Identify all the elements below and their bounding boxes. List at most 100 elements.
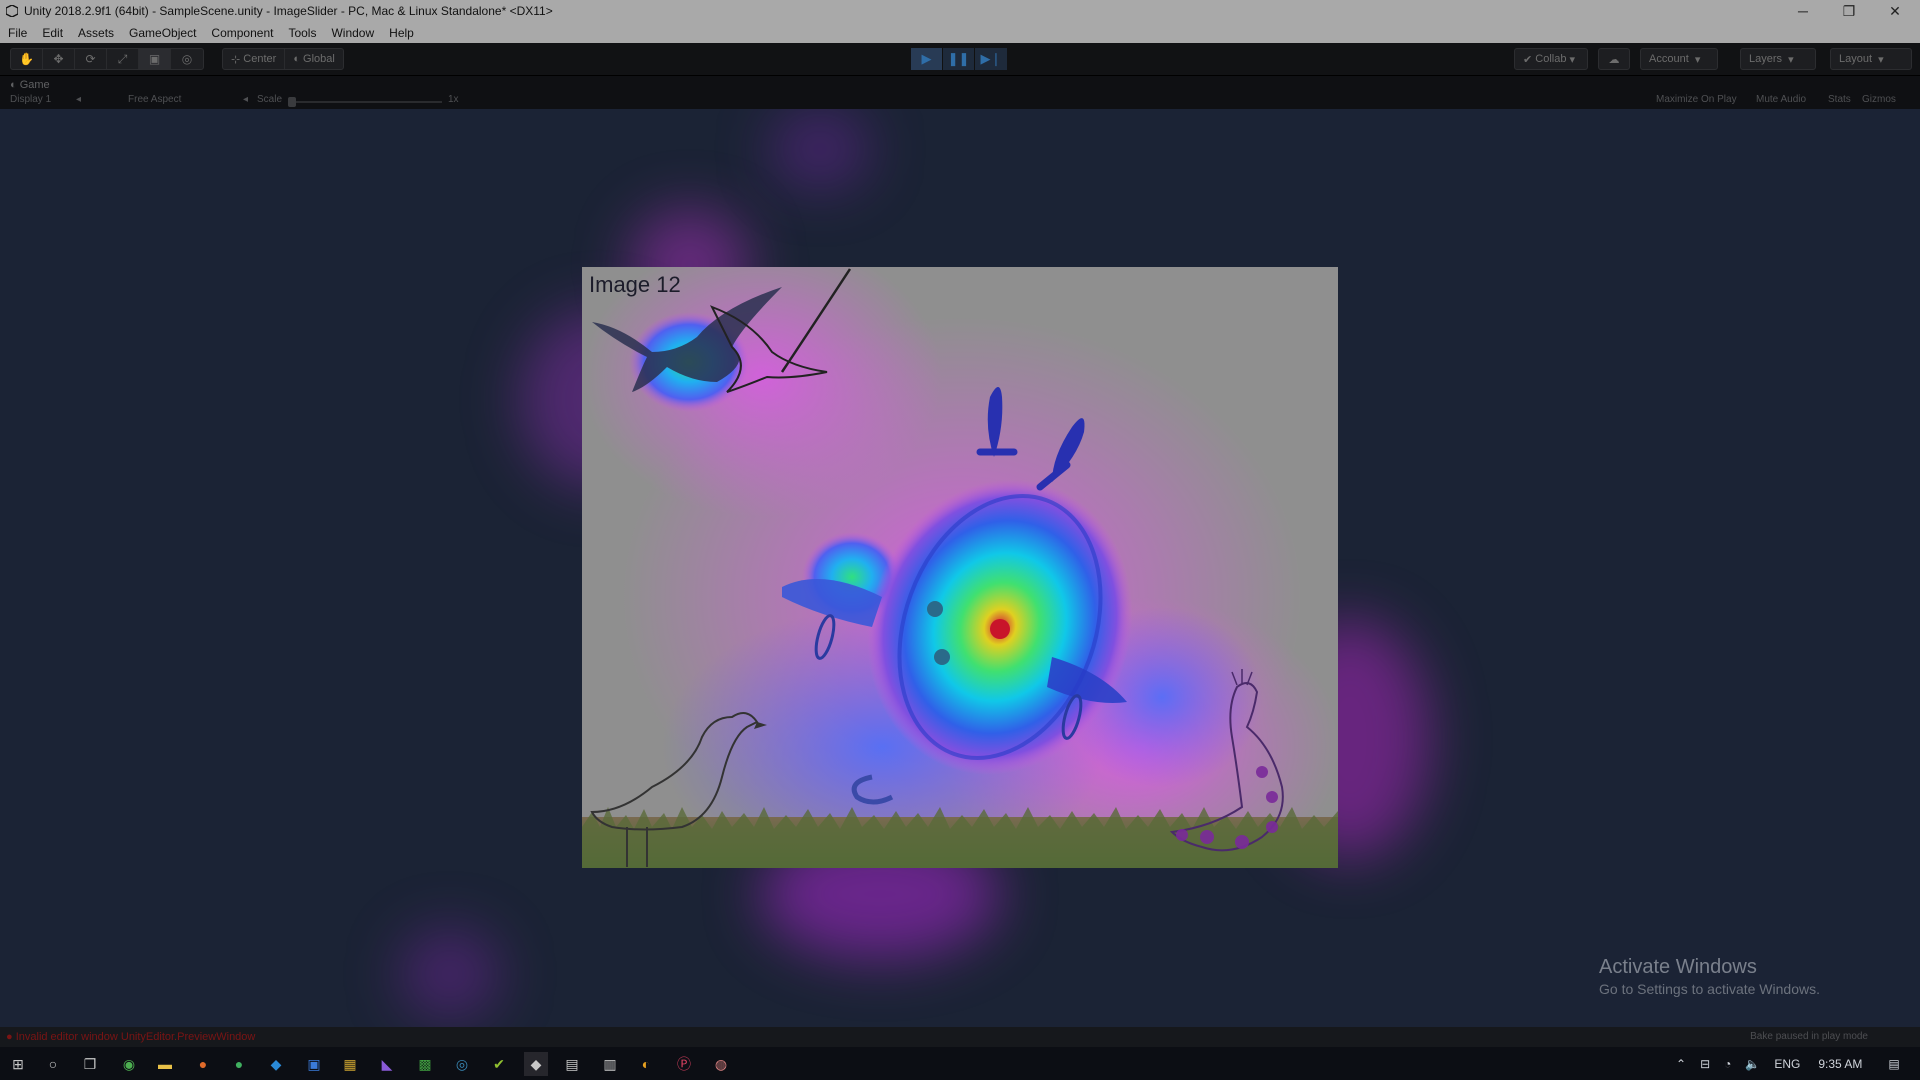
scale-tool-icon[interactable]: ⤢ [107, 49, 139, 69]
app-icon[interactable]: Ⓟ [672, 1052, 696, 1076]
menu-gameobject[interactable]: GameObject [121, 26, 203, 40]
close-button[interactable]: ✕ [1872, 0, 1918, 22]
maximize-button[interactable]: ❐ [1826, 0, 1872, 22]
cloud-button[interactable]: ☁ [1598, 48, 1630, 70]
menu-window[interactable]: Window [323, 26, 381, 40]
photoshop-icon[interactable]: ▣ [302, 1052, 326, 1076]
bake-status: Bake paused in play mode [1750, 1031, 1868, 1042]
hand-tool-icon[interactable]: ✋ [11, 49, 43, 69]
app-icon[interactable]: ◎ [450, 1052, 474, 1076]
heatmap-spot [400, 929, 500, 1019]
image-slide[interactable]: Image 12 [582, 267, 1338, 868]
stats-toggle[interactable]: Stats [1828, 94, 1851, 105]
menu-help[interactable]: Help [381, 26, 421, 40]
language-indicator[interactable]: ENG [1774, 1057, 1800, 1071]
search-icon[interactable]: ○ [41, 1052, 65, 1076]
mute-audio-toggle[interactable]: Mute Audio [1756, 94, 1806, 105]
collab-label: Collab [1535, 53, 1567, 65]
layers-dropdown[interactable]: Layers ▾ [1740, 48, 1816, 70]
rect-tool-icon[interactable]: ▣ [139, 49, 171, 69]
gizmos-dropdown[interactable]: Gizmos [1862, 94, 1896, 105]
notifications-icon[interactable]: ▤ [1888, 1057, 1899, 1071]
account-label: Account [1649, 53, 1689, 65]
image-caption: Image 12 [589, 272, 681, 297]
transform-tool-icon[interactable]: ◎ [171, 49, 203, 69]
pivot-label: Center [243, 53, 277, 65]
pivot-toggles: ⊹ Center ◐ Global [222, 48, 344, 70]
activate-windows-subtitle: Go to Settings to activate Windows. [1599, 981, 1820, 997]
display-dropdown[interactable]: Display 1 [10, 94, 51, 105]
space-label: Global [303, 53, 335, 65]
volume-icon[interactable]: 🔈 [1745, 1057, 1760, 1071]
app-icon[interactable]: ▥ [598, 1052, 622, 1076]
firefox-icon[interactable]: ● [191, 1052, 215, 1076]
windows-start-icon[interactable]: ⊞ [6, 1052, 30, 1076]
collab-dropdown[interactable]: ✔ Collab ▾ [1514, 48, 1588, 70]
status-bar: ● Invalid editor window UnityEditor.Prev… [0, 1027, 1920, 1047]
app-icon[interactable]: ✔ [487, 1052, 511, 1076]
unity-logo-icon [4, 3, 20, 19]
system-tray: ⌃ ⊟ ◔ 🔈 ENG 9:35 AM ▤ [1676, 1047, 1900, 1080]
chrome-icon[interactable]: ◉ [117, 1052, 141, 1076]
task-view-icon[interactable]: ❐ [78, 1052, 102, 1076]
menu-file[interactable]: File [0, 26, 34, 40]
chevron-down-icon: ▾ [1872, 53, 1884, 66]
game-view-header: ◐ Game Display 1 ◂ Free Aspect ◂ Scale 1… [0, 76, 1920, 109]
telegram-icon[interactable]: ◆ [264, 1052, 288, 1076]
chevron-down-icon: ▾ [1566, 53, 1576, 66]
maximize-on-play-toggle[interactable]: Maximize On Play [1656, 94, 1737, 105]
network-icon[interactable]: ⊟ [1700, 1057, 1710, 1071]
account-dropdown[interactable]: Account ▾ [1640, 48, 1718, 70]
app-icon[interactable]: ◍ [709, 1052, 733, 1076]
chevron-up-icon[interactable]: ⌃ [1676, 1057, 1686, 1071]
wifi-icon[interactable]: ◔ [1724, 1057, 1731, 1071]
playback-controls: ▶ ❚❚ ▶❘ [911, 48, 1007, 70]
layout-dropdown[interactable]: Layout ▾ [1830, 48, 1912, 70]
app-icon[interactable]: ▤ [560, 1052, 584, 1076]
transform-tools: ✋ ✥ ⟳ ⤢ ▣ ◎ [10, 48, 204, 70]
scale-slider[interactable] [292, 101, 442, 103]
clock[interactable]: 9:35 AM [1818, 1057, 1862, 1071]
layout-label: Layout [1839, 53, 1873, 65]
chevron-down-icon: ▾ [1782, 53, 1794, 66]
pivot-center-button[interactable]: ⊹ Center [223, 49, 286, 69]
taskbar: ⊞ ○ ❐ ◉ ▬ ● ● ◆ ▣ ▦ ◣ ▩ ◎ ✔ ◆ ▤ ▥ ◐ Ⓟ ◍ … [0, 1047, 1920, 1080]
minimize-button[interactable]: ─ [1780, 0, 1826, 22]
file-explorer-icon[interactable]: ▬ [153, 1052, 177, 1076]
title-bar: Unity 2018.2.9f1 (64bit) - SampleScene.u… [0, 0, 1920, 22]
step-button[interactable]: ▶❘ [975, 48, 1007, 70]
move-tool-icon[interactable]: ✥ [43, 49, 75, 69]
slide-artwork [582, 267, 1338, 868]
menu-bar: File Edit Assets GameObject Component To… [0, 22, 1920, 43]
menu-assets[interactable]: Assets [70, 26, 121, 40]
tab-game[interactable]: ◐ Game [0, 76, 50, 93]
app-icon[interactable]: ● [227, 1052, 251, 1076]
pivot-global-button[interactable]: ◐ Global [285, 49, 343, 69]
app-icon[interactable]: ◐ [634, 1052, 658, 1076]
menu-edit[interactable]: Edit [34, 26, 70, 40]
menu-component[interactable]: Component [203, 26, 280, 40]
scale-label: Scale [257, 94, 283, 105]
rotate-tool-icon[interactable]: ⟳ [75, 49, 107, 69]
activate-windows-title: Activate Windows [1599, 956, 1757, 978]
error-message[interactable]: ● Invalid editor window UnityEditor.Prev… [6, 1031, 255, 1043]
app-icon[interactable]: ▩ [413, 1052, 437, 1076]
game-viewport[interactable]: Image 12 Activate Windows Go to Settings… [0, 109, 1920, 1027]
chevron-down-icon: ▾ [1688, 53, 1701, 66]
pause-button[interactable]: ❚❚ [943, 48, 975, 70]
main-toolbar: ✋ ✥ ⟳ ⤢ ▣ ◎ ⊹ Center ◐ Global ▶ ❚❚ ▶❘ ✔ … [0, 43, 1920, 76]
unity-icon[interactable]: ◆ [524, 1052, 548, 1076]
aspect-dropdown[interactable]: Free Aspect [128, 94, 181, 105]
scale-slider-handle[interactable] [288, 97, 296, 107]
heatmap-spot [770, 109, 870, 189]
visual-studio-icon[interactable]: ◣ [375, 1052, 399, 1076]
cloud-icon: ☁ [1608, 53, 1620, 66]
game-view-controls: Display 1 ◂ Free Aspect ◂ Scale 1x Maxim… [0, 93, 1920, 109]
menu-tools[interactable]: Tools [280, 26, 323, 40]
check-icon: ✔ [1523, 53, 1536, 66]
pivot-icon: ⊹ [231, 53, 244, 66]
app-icon[interactable]: ▦ [338, 1052, 362, 1076]
error-text: Invalid editor window UnityEditor.Previe… [15, 1031, 256, 1043]
game-tab-label: Game [19, 78, 50, 91]
play-button[interactable]: ▶ [911, 48, 943, 70]
